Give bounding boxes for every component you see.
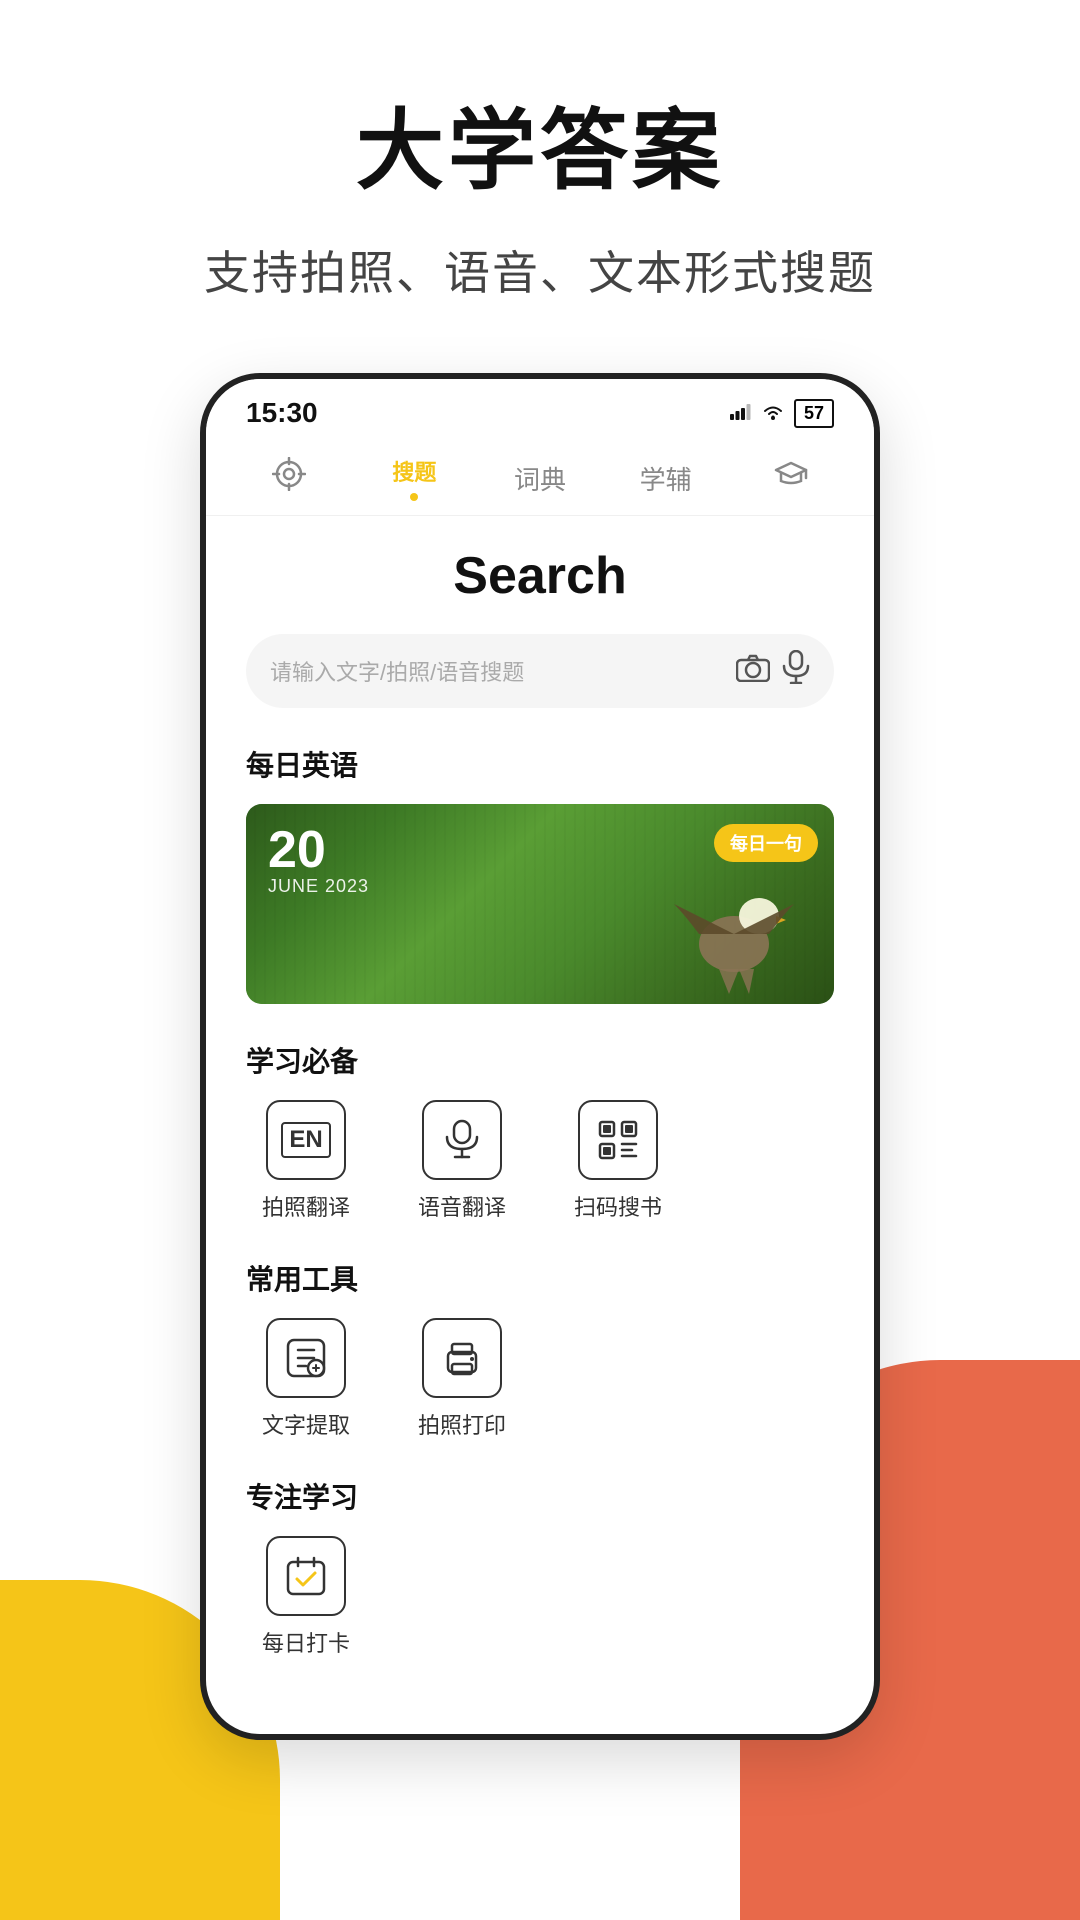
status-icons: 57 <box>730 399 834 428</box>
scan-book-icon <box>578 1100 658 1180</box>
tool-voice-translate[interactable]: 语音翻译 <box>402 1100 522 1222</box>
focus-study-section: 专注学习 每日打卡 <box>246 1476 834 1658</box>
study-tools-grid: EN 拍照翻译 语音翻译 <box>246 1100 834 1222</box>
search-bar[interactable]: 请输入文字/拍照/语音搜题 <box>246 634 834 708</box>
battery-icon: 57 <box>794 399 834 428</box>
card-date-number: 20 <box>268 824 369 876</box>
nav-item-tutor[interactable]: 学辅 <box>603 460 729 497</box>
settings-icon <box>272 457 306 500</box>
nav-item-graduation[interactable] <box>728 457 854 500</box>
status-time: 15:30 <box>246 397 318 429</box>
voice-translate-label: 语音翻译 <box>418 1190 506 1222</box>
card-date: 20 JUNE 2023 <box>268 824 369 897</box>
mic-search-icon[interactable] <box>782 650 810 692</box>
focus-study-grid: 每日打卡 <box>246 1536 834 1658</box>
nav-search-label: 搜题 <box>392 455 436 487</box>
photo-translate-icon: EN <box>266 1100 346 1180</box>
tool-photo-print[interactable]: 拍照打印 <box>402 1318 522 1440</box>
text-extract-icon <box>266 1318 346 1398</box>
daily-english-card[interactable]: 20 JUNE 2023 每日一句 <box>246 804 834 1004</box>
card-badge[interactable]: 每日一句 <box>714 824 818 862</box>
tool-daily-checkin[interactable]: 每日打卡 <box>246 1536 366 1658</box>
nav-dict-label: 词典 <box>514 460 566 497</box>
phone-mockup: 15:30 <box>200 373 880 1740</box>
search-page-title: Search <box>246 546 834 606</box>
daily-checkin-icon <box>266 1536 346 1616</box>
photo-print-label: 拍照打印 <box>418 1408 506 1440</box>
tool-scan-book[interactable]: 扫码搜书 <box>558 1100 678 1222</box>
common-tools-section: 常用工具 <box>246 1258 834 1440</box>
common-tools-title: 常用工具 <box>246 1258 834 1298</box>
study-tools-title: 学习必备 <box>246 1040 834 1080</box>
tool-photo-translate[interactable]: EN 拍照翻译 <box>246 1100 366 1222</box>
signal-icon <box>730 400 752 426</box>
nav-bar: 搜题 词典 学辅 <box>206 439 874 516</box>
focus-study-title: 专注学习 <box>246 1476 834 1516</box>
tool-text-extract[interactable]: 文字提取 <box>246 1318 366 1440</box>
photo-print-icon <box>422 1318 502 1398</box>
page-subtitle: 支持拍照、语音、文本形式搜题 <box>204 237 876 303</box>
photo-translate-label: 拍照翻译 <box>262 1190 350 1222</box>
scan-book-label: 扫码搜书 <box>574 1190 662 1222</box>
nav-item-settings[interactable] <box>226 457 352 500</box>
wifi-icon <box>762 400 784 426</box>
camera-search-icon[interactable] <box>736 653 770 690</box>
daily-english-title: 每日英语 <box>246 744 834 784</box>
daily-english-section: 每日英语 <box>246 744 834 1004</box>
voice-translate-icon <box>422 1100 502 1180</box>
nav-tutor-label: 学辅 <box>640 460 692 497</box>
nav-active-dot <box>410 493 418 501</box>
card-date-month: JUNE 2023 <box>268 876 369 897</box>
search-placeholder-text: 请输入文字/拍照/语音搜题 <box>270 655 724 687</box>
text-extract-label: 文字提取 <box>262 1408 350 1440</box>
nav-item-search[interactable]: 搜题 <box>352 455 478 501</box>
common-tools-grid: 文字提取 拍照打印 <box>246 1318 834 1440</box>
status-bar: 15:30 <box>206 379 874 439</box>
phone-body: Search 请输入文字/拍照/语音搜题 <box>206 516 874 1734</box>
page-title: 大学答案 <box>356 80 724 207</box>
nav-item-dict[interactable]: 词典 <box>477 460 603 497</box>
daily-checkin-label: 每日打卡 <box>262 1626 350 1658</box>
graduation-icon <box>774 457 808 500</box>
study-tools-section: 学习必备 EN 拍照翻译 <box>246 1040 834 1222</box>
